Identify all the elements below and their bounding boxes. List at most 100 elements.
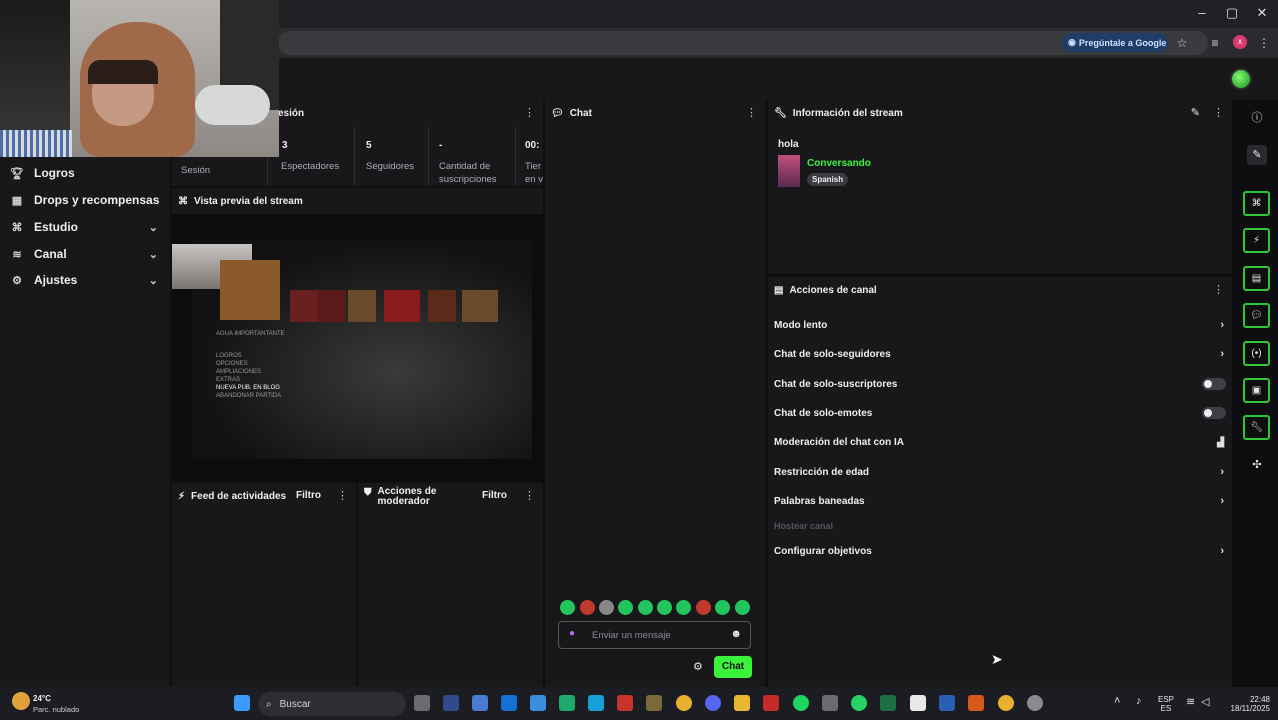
more-options-icon[interactable]: ⋮	[524, 106, 535, 119]
emote-icon[interactable]	[599, 600, 614, 615]
browser-menu-icon[interactable]: ⋮	[1255, 34, 1273, 52]
emote-icon[interactable]	[696, 600, 711, 615]
action-slow-mode[interactable]: Modo lento ›	[774, 315, 1226, 335]
lightning-icon[interactable]: ⚡︎	[1243, 228, 1270, 253]
close-icon[interactable]: ✕	[1252, 4, 1272, 22]
broadcast-icon[interactable]: (•)	[1243, 341, 1270, 366]
sidebar-item-canal[interactable]: ≋ Canal ⌄	[0, 241, 170, 267]
chat-settings-icon[interactable]: ⚙	[693, 660, 703, 673]
ask-google-label: Pregúntale a Google	[1078, 37, 1167, 48]
file-explorer-icon[interactable]	[734, 695, 750, 711]
spotify-icon[interactable]	[793, 695, 809, 711]
action-label: Chat de solo-seguidores	[774, 348, 891, 360]
edge-icon[interactable]	[588, 695, 604, 711]
media-icon[interactable]: ≡	[1206, 34, 1224, 52]
maximize-icon[interactable]: ▢	[1222, 4, 1242, 22]
action-banned-words[interactable]: Palabras baneadas ›	[774, 491, 1226, 511]
chevron-up-icon[interactable]: ˄	[1114, 695, 1120, 707]
emote-icon[interactable]	[657, 600, 672, 615]
windows-start-icon[interactable]	[234, 695, 250, 711]
wifi-icon[interactable]: ≋	[1186, 695, 1195, 708]
app-icon[interactable]	[501, 695, 517, 711]
microphone-icon[interactable]: ●	[569, 628, 575, 639]
chevron-right-icon: ›	[1220, 545, 1224, 557]
list-icon: ▤	[774, 284, 784, 296]
edit-pencil-icon[interactable]: ✎	[1191, 106, 1200, 119]
excel-icon[interactable]	[880, 695, 896, 711]
emoji-icon[interactable]: ☻	[730, 628, 742, 640]
sidebar-item-ajustes[interactable]: ⚙ Ajustes ⌄	[0, 267, 170, 293]
microphone-icon[interactable]: ♪	[1136, 695, 1142, 707]
word-icon[interactable]	[939, 695, 955, 711]
clock[interactable]: 22:48 18/11/2025	[1220, 695, 1270, 713]
more-options-icon[interactable]: ⋮	[1213, 283, 1224, 296]
obs-icon[interactable]	[1027, 695, 1043, 711]
app-icon[interactable]	[472, 695, 488, 711]
taskbar-search[interactable]: ⌕ Buscar	[258, 692, 406, 716]
clip-icon[interactable]: ⌘	[1243, 191, 1270, 216]
emote-icon[interactable]	[735, 600, 750, 615]
whatsapp-icon[interactable]	[851, 695, 867, 711]
weather-icon[interactable]	[12, 692, 30, 710]
emote-icon[interactable]	[715, 600, 730, 615]
profile-avatar[interactable]: x	[1233, 35, 1247, 49]
category-box-art[interactable]	[778, 155, 800, 187]
more-options-icon[interactable]: ⋮	[746, 106, 757, 119]
action-emotes-only[interactable]: Chat de solo-emotes	[774, 403, 1226, 423]
more-options-icon[interactable]: ⋮	[337, 489, 348, 502]
language-tag[interactable]: Spanish	[807, 173, 849, 186]
app-icon[interactable]	[646, 695, 662, 711]
app-icon[interactable]	[822, 695, 838, 711]
emote-icon[interactable]	[676, 600, 691, 615]
shield-icon: ⛊	[364, 487, 372, 498]
sidebar-item-drops[interactable]: ▦ Drops y recompensas	[0, 187, 170, 213]
sidebar-item-logros[interactable]: 🏆︎ Logros	[0, 160, 170, 186]
toggle-switch[interactable]	[1202, 378, 1226, 390]
task-view-icon[interactable]	[414, 695, 430, 711]
stream-preview-video[interactable]: AGUA IMPORTANTANTE LOGROS OPCIONES AMPLI…	[172, 214, 543, 481]
edit-pencil-icon[interactable]: ✎	[1247, 145, 1267, 165]
notepad-icon[interactable]	[910, 695, 926, 711]
action-followers-only[interactable]: Chat de solo-seguidores ›	[774, 344, 1226, 364]
action-ai-moderation[interactable]: Moderación del chat con IA ▟	[774, 432, 1226, 452]
more-options-icon[interactable]: ⋮	[524, 489, 535, 502]
category-link[interactable]: Conversando	[807, 158, 871, 169]
mail-icon[interactable]	[530, 695, 546, 711]
info-icon[interactable]: ⓘ	[1247, 108, 1267, 128]
ask-google-button[interactable]: ◉ Pregúntale a Google	[1062, 33, 1168, 52]
stream-title: hola	[778, 139, 799, 150]
emote-icon[interactable]	[580, 600, 595, 615]
sidebar-item-estudio[interactable]: ⌘ Estudio ⌄	[0, 214, 170, 240]
notes-icon[interactable]: ▤	[1243, 266, 1270, 291]
archive-icon[interactable]: ▣	[1243, 378, 1270, 403]
minimize-icon[interactable]: –	[1192, 4, 1212, 22]
app-icon[interactable]	[559, 695, 575, 711]
bookmark-star-icon[interactable]: ☆	[1173, 34, 1191, 52]
chrome-icon[interactable]	[676, 695, 692, 711]
filter-button[interactable]: Filtro	[296, 490, 321, 501]
volume-icon[interactable]: ◁	[1201, 695, 1209, 708]
more-options-icon[interactable]: ⋮	[1213, 106, 1224, 119]
language-indicator[interactable]: ESP ES	[1156, 695, 1176, 713]
wrench-icon[interactable]: 🔧︎	[1243, 415, 1270, 440]
emote-icon[interactable]	[560, 600, 575, 615]
discord-icon[interactable]	[705, 695, 721, 711]
add-widget-icon[interactable]: ✣	[1247, 455, 1267, 475]
panel-title: Chat	[569, 107, 592, 119]
chat-bubble-icon[interactable]: 💬︎	[1243, 303, 1270, 328]
toggle-switch[interactable]	[1202, 407, 1226, 419]
action-configure-goals[interactable]: Configurar objetivos ›	[774, 541, 1226, 561]
filter-button[interactable]: Filtro	[482, 490, 507, 501]
powerpoint-icon[interactable]	[617, 695, 633, 711]
chat-send-button[interactable]: Chat	[714, 656, 752, 678]
user-avatar[interactable]	[1230, 68, 1252, 90]
emote-icon[interactable]	[618, 600, 633, 615]
app-icon[interactable]	[443, 695, 459, 711]
action-age-restriction[interactable]: Restricción de edad ›	[774, 462, 1226, 482]
chrome-icon[interactable]	[998, 695, 1014, 711]
app-icon[interactable]	[763, 695, 779, 711]
action-subs-only[interactable]: Chat de solo-suscriptores	[774, 374, 1226, 394]
chat-input[interactable]: ● Enviar un mensaje ☻	[558, 621, 751, 649]
app-icon[interactable]	[968, 695, 984, 711]
emote-icon[interactable]	[638, 600, 653, 615]
